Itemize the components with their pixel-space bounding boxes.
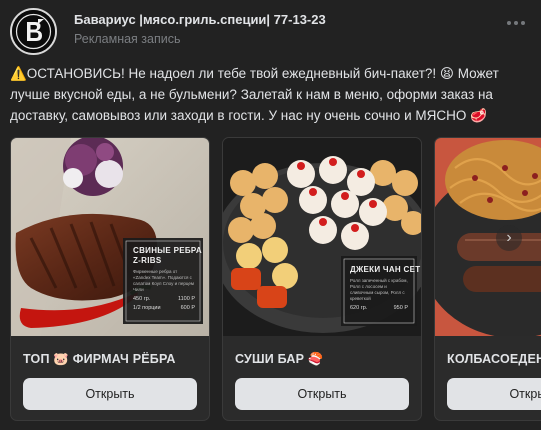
menu-item-name: СВИНЫЕ РЕБРА xyxy=(133,246,202,255)
portion-weight: 620 гр. xyxy=(350,305,368,311)
sushi-photo: ДЖЕКИ ЧАН СЕТ Ролл запеченный с крабом, … xyxy=(223,138,421,336)
card-title: ТОП 🐷 ФИРМАЧ РЁБРА xyxy=(23,352,176,366)
card-title: КОЛБАСОЕДЕН xyxy=(447,352,541,366)
open-button[interactable]: Открыть xyxy=(235,378,409,410)
post-text: ⚠️ОСТАНОВИСЬ! Не надоел ли тебе твой еже… xyxy=(10,63,520,126)
more-options-icon[interactable] xyxy=(507,18,527,28)
carousel-card[interactable]: ДЖЕКИ ЧАН СЕТ Ролл запеченный с крабом, … xyxy=(222,137,422,421)
open-button[interactable]: Открыть xyxy=(447,378,541,410)
menu-board: СВИНЫЕ РЕБРА Z-RIBS Фирменные ребра от «… xyxy=(133,246,202,311)
carousel-card[interactable]: КОЛБАСОЕДЕН Открыть xyxy=(434,137,541,421)
menu-item-name: ДЖЕКИ ЧАН СЕТ xyxy=(350,265,421,274)
menu-price-row: 450 гр. 1100 Р xyxy=(133,296,195,302)
post-text-line: ⚠️ОСТАНОВИСЬ! Не надоел ли тебе твой еже… xyxy=(10,66,499,81)
carousel-card[interactable]: СВИНЫЕ РЕБРА Z-RIBS Фирменные ребра от «… xyxy=(10,137,210,421)
menu-price-row: 620 гр. 950 Р xyxy=(350,305,408,311)
post-text-line: доставку, самовывоз или заходи в гости. … xyxy=(10,108,487,123)
portion-price: 600 Р xyxy=(180,305,195,311)
menu-item-description: Ролл запеченный с крабом, Ролл с лососем… xyxy=(350,278,408,301)
menu-item-description: Фирменные ребра от «Zandex Team». Подают… xyxy=(133,269,194,292)
post-header: Бавариус |мясо.гриль.специи| 77-13-23 Ре… xyxy=(10,8,531,55)
community-avatar[interactable] xyxy=(10,8,57,55)
open-button[interactable]: Открыть xyxy=(23,378,197,410)
community-name[interactable]: Бавариус |мясо.гриль.специи| 77-13-23 xyxy=(74,12,326,27)
carousel-next-button[interactable]: › xyxy=(496,225,522,251)
ad-post: Бавариус |мясо.гриль.специи| 77-13-23 Ре… xyxy=(0,0,541,430)
portion-price: 1100 Р xyxy=(177,296,195,302)
portion-price: 950 Р xyxy=(393,305,408,311)
sausage-photo xyxy=(435,138,541,336)
bavarius-logo-icon xyxy=(12,10,55,53)
ad-label: Рекламная запись xyxy=(74,32,181,46)
portion-weight: 450 гр. xyxy=(133,296,151,302)
menu-item-name: Z-RIBS xyxy=(133,256,162,265)
portion-weight: 1/2 порции xyxy=(133,305,161,311)
menu-price-row: 1/2 порции 600 Р xyxy=(133,305,195,311)
card-title: СУШИ БАР 🍣 xyxy=(235,352,324,366)
post-text-line: лучше вкусной еды, а не бульмени? Залета… xyxy=(10,87,493,102)
menu-board: ДЖЕКИ ЧАН СЕТ Ролл запеченный с крабом, … xyxy=(350,265,421,311)
product-carousel: СВИНЫЕ РЕБРА Z-RIBS Фирменные ребра от «… xyxy=(10,137,541,422)
ribs-photo: СВИНЫЕ РЕБРА Z-RIBS Фирменные ребра от «… xyxy=(11,138,209,336)
chevron-right-icon: › xyxy=(506,229,512,246)
